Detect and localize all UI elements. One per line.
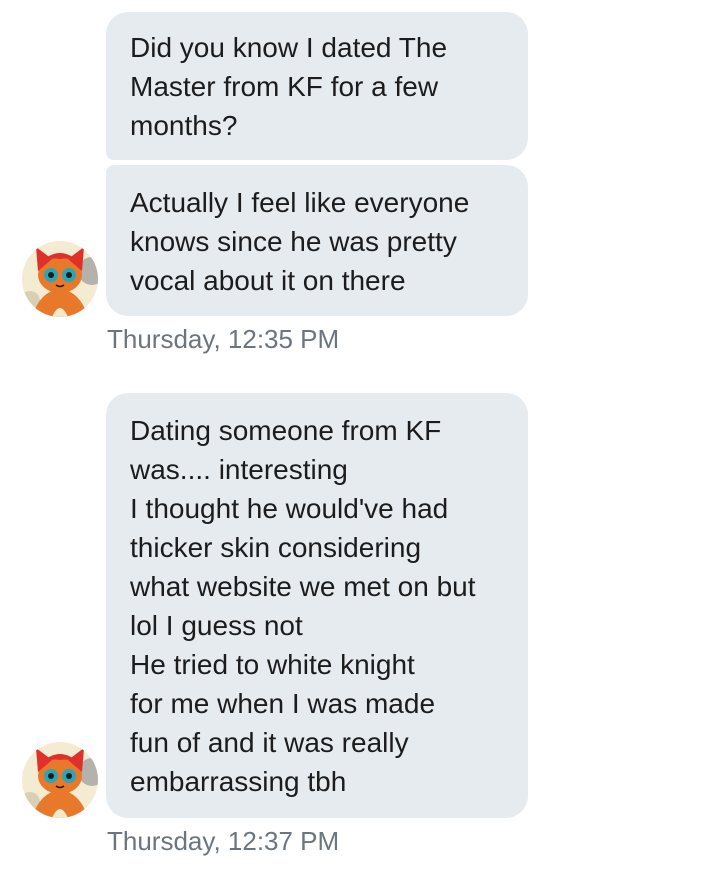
message-text-line: I thought he would've had [130,493,449,524]
message-bubble[interactable]: Dating someone from KF was.... interesti… [106,393,528,818]
sender-avatar[interactable] [22,241,98,317]
message-text-line: Master from KF for a few [130,71,439,102]
message-text-line: what website we met on but [130,571,476,602]
cartoon-cat-avatar-icon [22,742,98,818]
message-text-line: Did you know I dated The [130,32,448,63]
message-text-line: He tried to white knight [130,649,415,680]
message-text-line: Dating someone from KF [130,415,442,446]
message-bubble[interactable]: Actually I feel like everyone knows sinc… [106,165,528,316]
message-timestamp: Thursday, 12:37 PM [107,826,340,856]
sender-avatar[interactable] [22,742,98,818]
message-text-line: knows since he was pretty [130,226,457,257]
message-text-line: fun of and it was really [130,727,409,758]
message-text-line: vocal about it on there [130,265,406,296]
message-text-line: months? [130,110,238,141]
message-text-line: for me when I was made [130,688,436,719]
message-text-line: was.... interesting [130,454,348,485]
message-text-line: Actually I feel like everyone [130,187,470,218]
message-bubble[interactable]: Did you know I dated The Master from KF … [106,12,528,160]
cartoon-cat-avatar-icon [22,241,98,317]
message-timestamp: Thursday, 12:35 PM [107,324,340,354]
message-text-line: embarrassing tbh [130,766,347,797]
message-text-line: lol I guess not [130,610,303,641]
message-text-line: thicker skin considering [130,532,422,563]
